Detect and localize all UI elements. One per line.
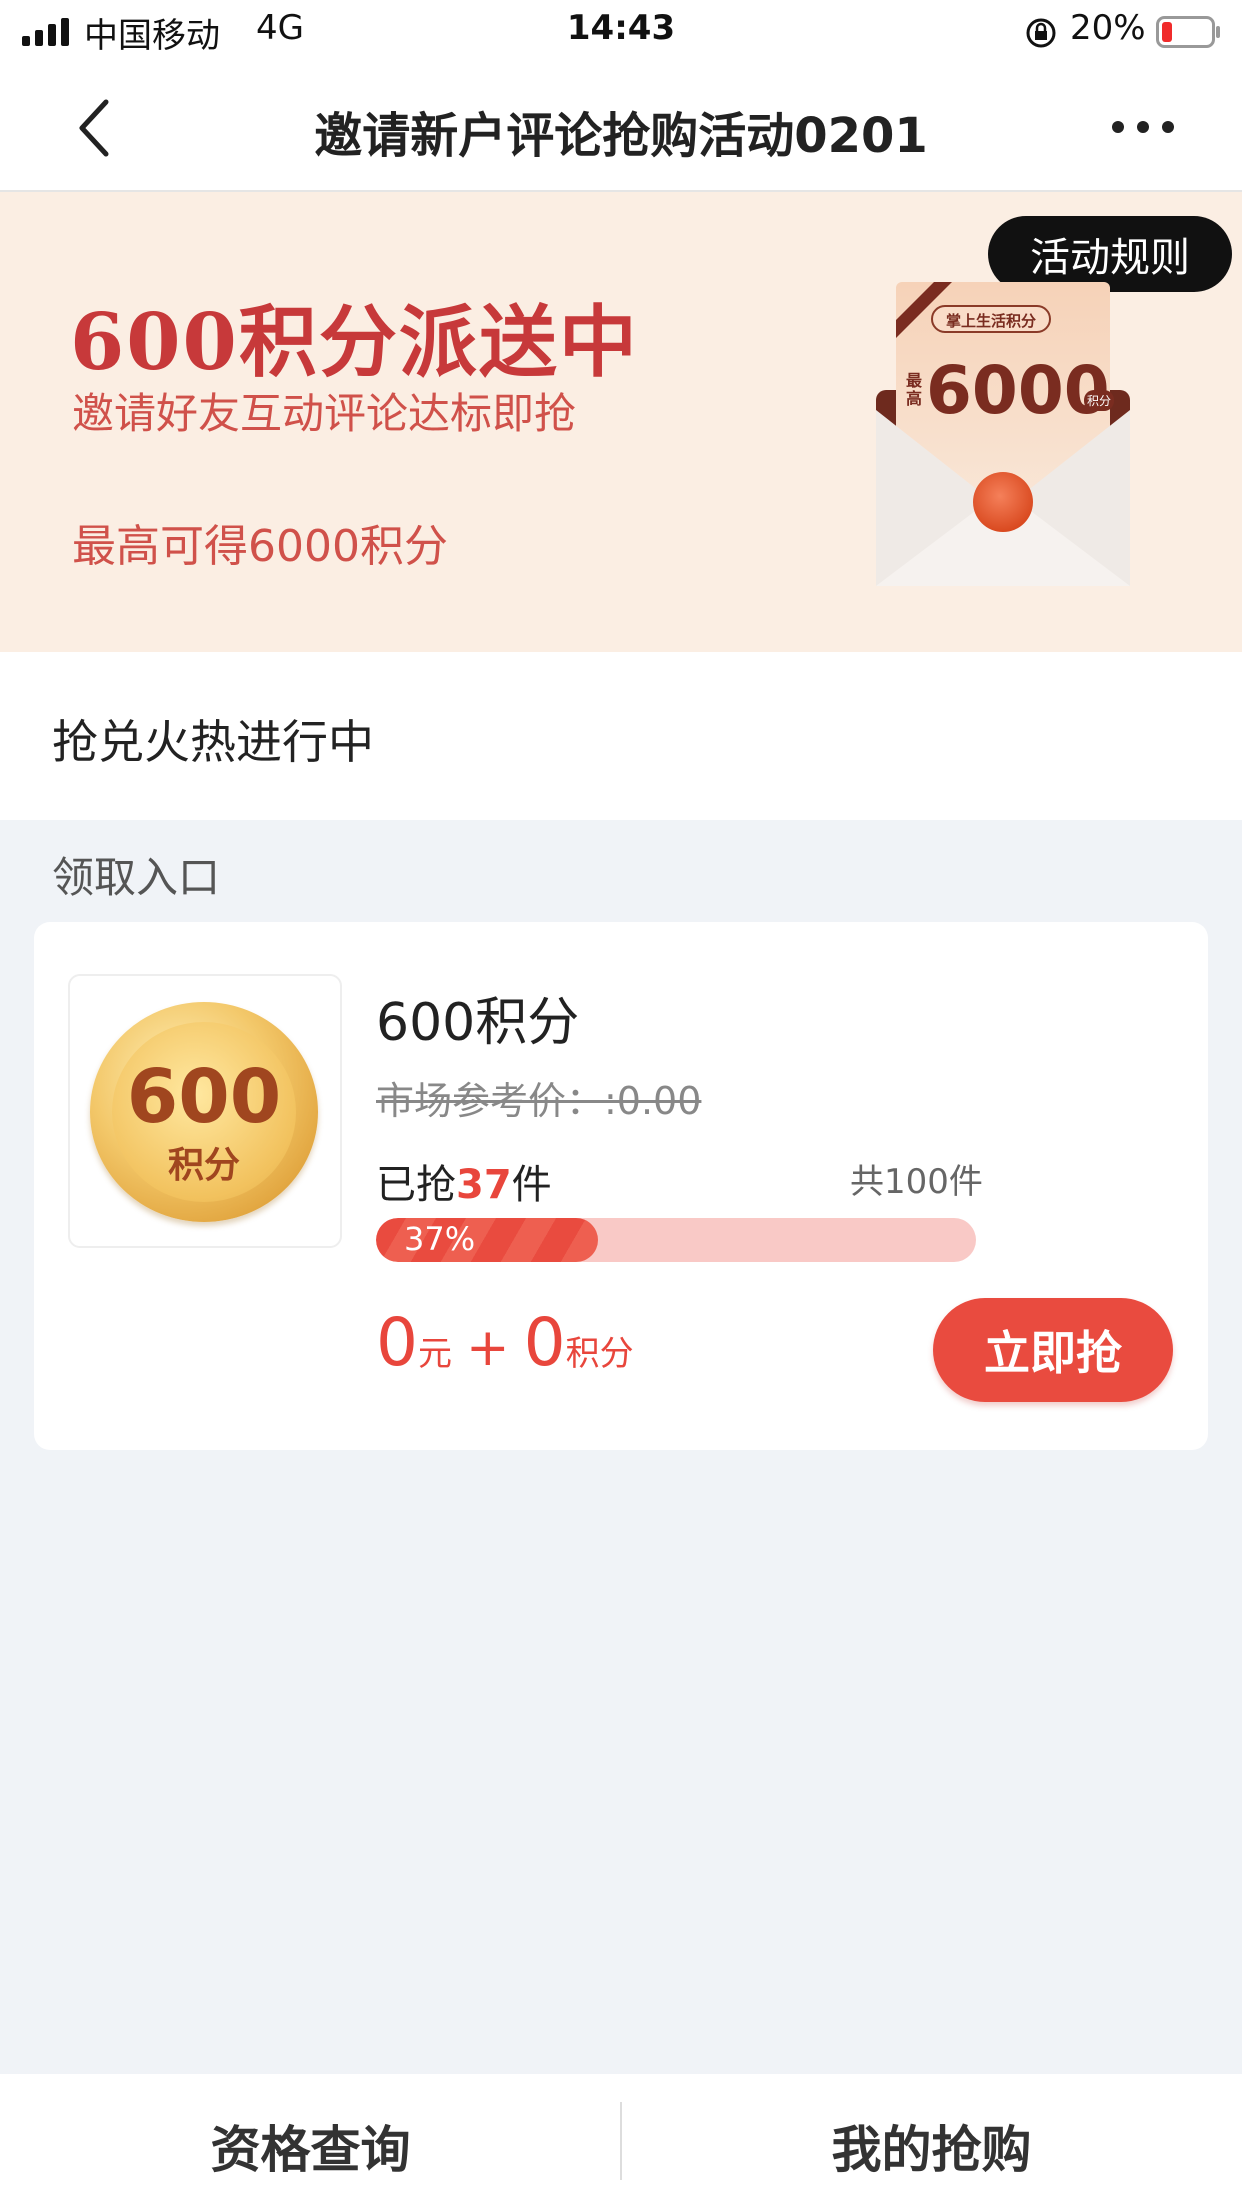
battery-icon xyxy=(1156,16,1222,52)
envelope-unit: 积分 xyxy=(1084,390,1115,411)
product-title: 600积分 xyxy=(376,993,580,1053)
coin-number: 600 xyxy=(126,1054,282,1140)
sold-suffix: 件 xyxy=(511,1162,552,1208)
banner-headline: 600积分派送中 xyxy=(70,297,639,388)
price-yuan-unit: 元 xyxy=(418,1334,452,1374)
rotation-lock-icon xyxy=(1024,16,1058,54)
section-header: 抢兑火热进行中 xyxy=(0,652,1242,820)
tab-my-purchases[interactable]: 我的抢购 xyxy=(621,2110,1242,2182)
sold-prefix: 已抢 xyxy=(376,1162,456,1208)
envelope-amount: 6000 xyxy=(926,352,1110,429)
page-title: 邀请新户评论抢购活动0201 xyxy=(314,108,928,164)
market-price: 市场参考价：:0.00 xyxy=(376,1079,702,1123)
envelope-illustration: 掌上生活积分 最高 6000 积分 xyxy=(872,280,1134,590)
buy-now-button[interactable]: 立即抢 xyxy=(933,1298,1173,1402)
price-points: 0 xyxy=(523,1304,566,1381)
price-yuan: 0 xyxy=(376,1304,418,1381)
sold-count: 已抢37件 xyxy=(376,1152,552,1210)
price-plus: + xyxy=(466,1318,510,1378)
envelope-prefix: 最高 xyxy=(906,371,923,408)
status-bar: 中国移动 4G 14:43 20% xyxy=(0,0,1242,62)
navigation-bar: 邀请新户评论抢购活动0201 xyxy=(0,62,1242,192)
entry-label: 领取入口 xyxy=(52,853,221,902)
banner-max-text: 最高可得6000积分 xyxy=(72,521,448,572)
promo-banner: 600积分派送中 邀请好友互动评论达标即抢 最高可得6000积分 活动规则 掌上… xyxy=(0,192,1242,652)
price: 0 元 + 0 积分 xyxy=(376,1304,634,1381)
progress-bar: 37% xyxy=(376,1218,976,1262)
price-points-unit: 积分 xyxy=(565,1334,634,1374)
sold-number: 37 xyxy=(456,1162,512,1208)
total-count: 共100件 xyxy=(850,1162,983,1202)
banner-subline: 邀请好友互动评论达标即抢 xyxy=(72,389,577,438)
tab-eligibility-query[interactable]: 资格查询 xyxy=(0,2110,621,2182)
progress-label: 37% xyxy=(404,1220,476,1258)
more-icon[interactable] xyxy=(1110,112,1176,142)
section-title: 抢兑火热进行中 xyxy=(52,715,374,769)
battery-percent: 20% xyxy=(1070,8,1146,48)
envelope-tag: 掌上生活积分 xyxy=(945,312,1036,330)
coin-unit: 积分 xyxy=(167,1145,240,1186)
